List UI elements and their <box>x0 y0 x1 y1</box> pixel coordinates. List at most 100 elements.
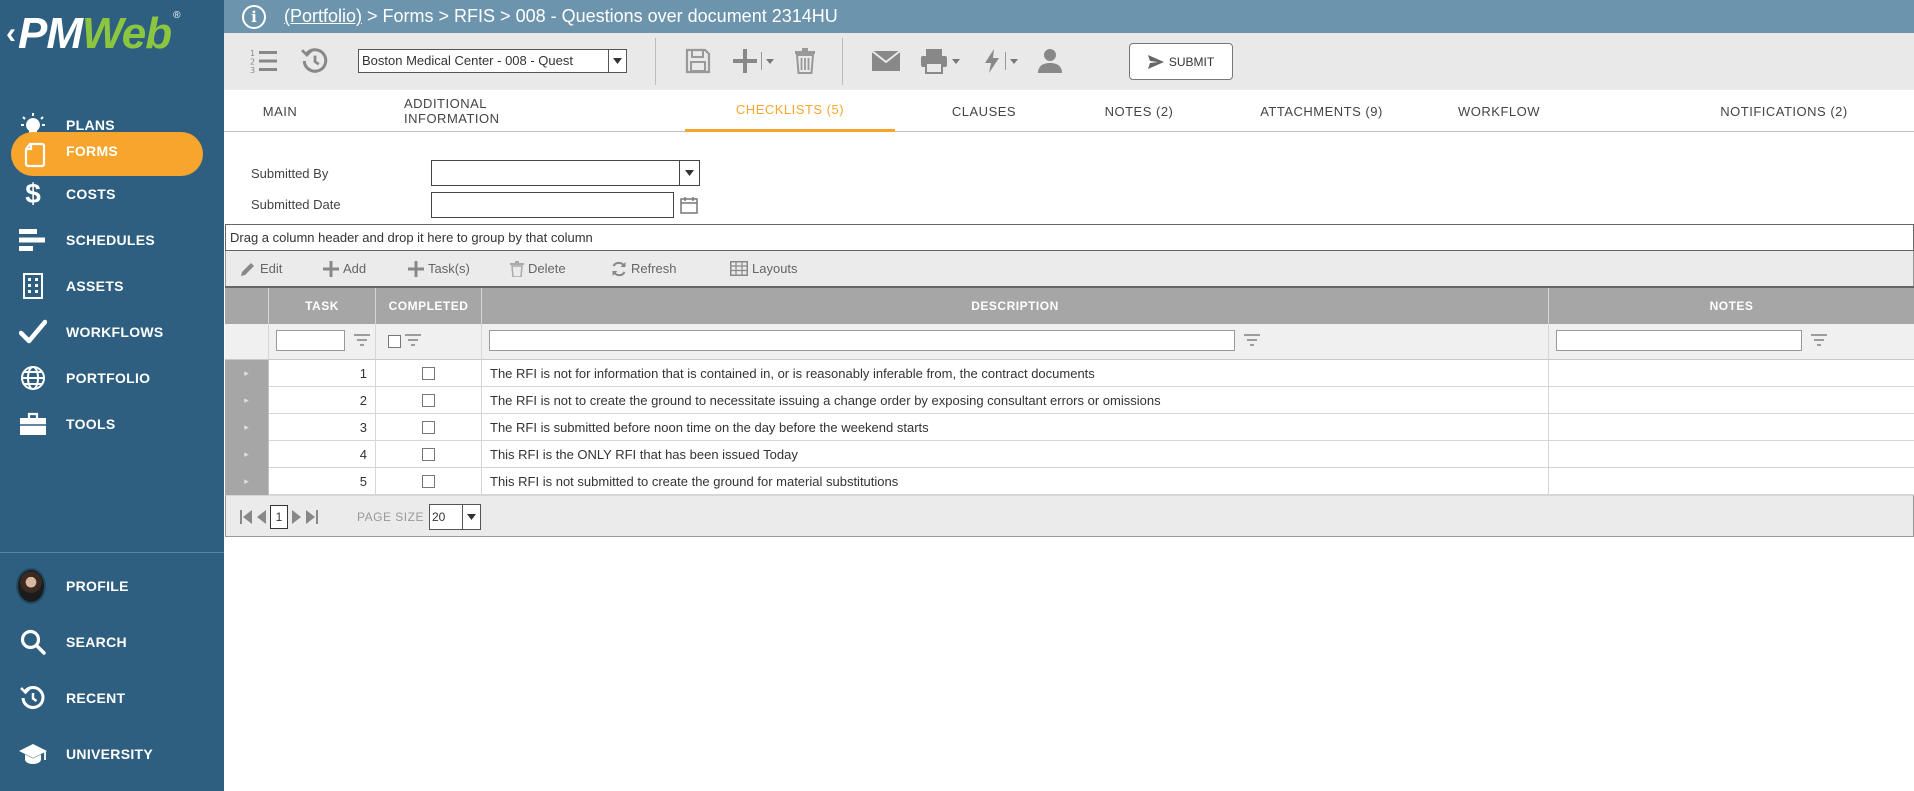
row-expand-icon[interactable]: ▸ <box>225 387 269 414</box>
notes-filter-input[interactable] <box>1556 330 1802 351</box>
filter-icon[interactable] <box>1243 333 1261 347</box>
nav-costs[interactable]: $ COSTS <box>0 171 224 217</box>
completed-checkbox[interactable] <box>422 394 435 407</box>
submitted-date-input[interactable] <box>431 192 674 218</box>
tab-checklists[interactable]: CHECKLISTS (5) <box>685 90 895 132</box>
nav-recent[interactable]: RECENT <box>0 675 224 721</box>
table-row[interactable]: ▸ 3 The RFI is submitted before noon tim… <box>225 414 1914 441</box>
record-select[interactable]: Boston Medical Center - 008 - Quest <box>358 49 627 73</box>
pager: 1 PAGE SIZE 20 <box>225 495 1914 537</box>
nav-profile[interactable]: PROFILE <box>0 563 224 609</box>
tab-additional-information[interactable]: ADDITIONAL INFORMATION <box>404 90 584 132</box>
completed-filter-checkbox[interactable] <box>388 335 401 348</box>
sidebar-divider <box>0 552 224 553</box>
chevron-down-icon[interactable] <box>608 50 626 72</box>
actions-button[interactable] <box>976 45 1024 77</box>
add-dropdown-chevron-icon[interactable] <box>761 52 774 70</box>
notes-cell <box>1549 387 1914 414</box>
last-page-icon[interactable] <box>306 509 318 525</box>
nav-schedules[interactable]: SCHEDULES <box>0 217 224 263</box>
row-expand-icon[interactable]: ▸ <box>225 414 269 441</box>
submitted-by-select[interactable] <box>431 160 700 186</box>
tab-main[interactable]: MAIN <box>250 90 310 132</box>
add-row-button[interactable]: Add <box>323 251 366 286</box>
document-icon <box>20 140 50 170</box>
current-page[interactable]: 1 <box>270 505 288 529</box>
edit-label: Edit <box>260 261 283 276</box>
completed-cell <box>376 387 482 414</box>
submit-button[interactable]: SUBMIT <box>1129 43 1233 80</box>
chevron-down-icon[interactable] <box>462 505 480 529</box>
tab-notifications[interactable]: NOTIFICATIONS (2) <box>1694 90 1874 132</box>
filter-task-cell <box>269 324 376 360</box>
nav-costs-label: COSTS <box>66 186 116 202</box>
completed-checkbox[interactable] <box>422 475 435 488</box>
completed-checkbox[interactable] <box>422 421 435 434</box>
notes-cell <box>1549 468 1914 495</box>
table-row[interactable]: ▸ 5 This RFI is not submitted to create … <box>225 468 1914 495</box>
header-notes[interactable]: NOTES <box>1549 288 1914 324</box>
nav-forms[interactable]: FORMS <box>0 130 224 176</box>
submitted-by-label: Submitted By <box>251 166 329 181</box>
nav-assets[interactable]: ASSETS <box>0 263 224 309</box>
filter-icon[interactable] <box>404 333 422 347</box>
pmweb-logo[interactable]: ‹ PMWeb ® <box>0 0 224 68</box>
layouts-button[interactable]: Layouts <box>730 251 798 286</box>
info-icon[interactable]: i <box>242 4 266 29</box>
row-expand-icon[interactable]: ▸ <box>225 468 269 495</box>
next-page-icon[interactable] <box>292 509 302 525</box>
breadcrumb-portfolio-link[interactable]: (Portfolio) <box>284 6 362 26</box>
description-filter-input[interactable] <box>489 330 1235 351</box>
add-tasks-button[interactable]: Task(s) <box>408 251 470 286</box>
notes-cell <box>1549 414 1914 441</box>
row-expand-icon[interactable]: ▸ <box>225 441 269 468</box>
nav-search[interactable]: SEARCH <box>0 619 224 665</box>
history-icon <box>301 48 328 73</box>
user-button[interactable] <box>1034 45 1066 77</box>
completed-checkbox[interactable] <box>422 448 435 461</box>
print-button[interactable] <box>916 45 964 77</box>
envelope-icon <box>871 50 901 71</box>
tab-clauses[interactable]: CLAUSES <box>924 90 1044 132</box>
table-row[interactable]: ▸ 4 This RFI is the ONLY RFI that has be… <box>225 441 1914 468</box>
filter-icon[interactable] <box>353 333 371 347</box>
history-button[interactable] <box>300 45 330 77</box>
delete-row-button[interactable]: Delete <box>510 251 566 286</box>
task-filter-input[interactable] <box>276 330 345 351</box>
page-size-select[interactable]: 20 <box>429 496 481 538</box>
nav-tools[interactable]: TOOLS <box>0 401 224 447</box>
nav-workflows[interactable]: WORKFLOWS <box>0 309 224 355</box>
edit-button[interactable]: Edit <box>240 251 282 286</box>
actions-dropdown-chevron-icon[interactable] <box>1004 52 1018 70</box>
nav-portfolio[interactable]: PORTFOLIO <box>0 355 224 401</box>
print-dropdown-chevron-icon[interactable] <box>952 58 960 64</box>
filter-icon[interactable] <box>1810 333 1828 347</box>
prev-page-icon[interactable] <box>256 509 266 525</box>
group-drop-panel[interactable]: Drag a column header and drop it here to… <box>225 224 1914 251</box>
refresh-button[interactable]: Refresh <box>611 251 677 286</box>
grid-header: TASK COMPLETED DESCRIPTION NOTES <box>225 286 1914 324</box>
delete-button[interactable] <box>790 45 820 77</box>
header-completed[interactable]: COMPLETED <box>376 288 482 324</box>
completed-checkbox[interactable] <box>422 367 435 380</box>
email-button[interactable] <box>869 45 903 77</box>
first-page-icon[interactable] <box>240 509 252 525</box>
header-task[interactable]: TASK <box>269 288 376 324</box>
tab-workflow[interactable]: WORKFLOW <box>1444 90 1554 132</box>
calendar-icon[interactable] <box>680 196 698 217</box>
tab-notes[interactable]: NOTES (2) <box>1084 90 1194 132</box>
table-row[interactable]: ▸ 1 The RFI is not for information that … <box>225 360 1914 387</box>
task-cell: 2 <box>269 387 376 414</box>
nav-portfolio-label: PORTFOLIO <box>66 370 151 386</box>
chevron-down-icon[interactable] <box>679 161 699 185</box>
row-expand-icon[interactable]: ▸ <box>225 360 269 387</box>
description-cell: This RFI is the ONLY RFI that has been i… <box>482 441 1549 468</box>
save-button[interactable] <box>682 45 714 77</box>
back-chevron-icon[interactable]: ‹ <box>6 19 16 49</box>
tab-attachments[interactable]: ATTACHMENTS (9) <box>1249 90 1394 132</box>
nav-university[interactable]: UNIVERSITY <box>0 731 224 777</box>
header-description[interactable]: DESCRIPTION <box>482 288 1549 324</box>
list-view-button[interactable]: 123 <box>249 45 279 77</box>
table-row[interactable]: ▸ 2 The RFI is not to create the ground … <box>225 387 1914 414</box>
add-button[interactable] <box>730 45 776 77</box>
